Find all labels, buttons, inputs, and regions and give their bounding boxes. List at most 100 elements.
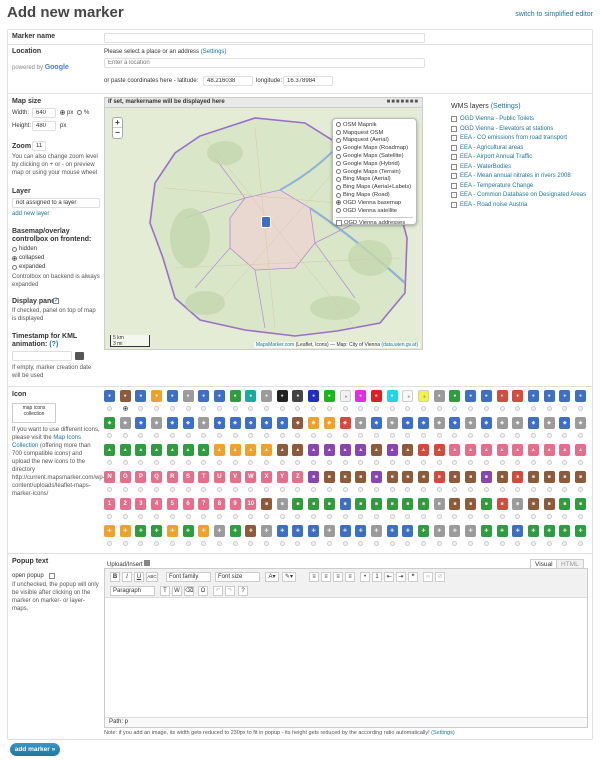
icon-select-radio[interactable] [499,487,505,492]
marker-icon-option[interactable]: 8 [213,498,225,510]
marker-icon-option[interactable]: ✚ [449,525,461,537]
icon-select-radio[interactable] [483,460,489,465]
icon-select-radio[interactable] [499,514,505,519]
layer-radio[interactable] [336,161,341,167]
icon-select-radio[interactable] [468,406,474,411]
marker-icon-option[interactable]: ■ [402,498,414,510]
icon-select-radio[interactable] [216,406,222,411]
marker-icon-option[interactable]: ▲ [559,444,571,456]
latitude-input[interactable] [203,76,253,86]
icon-select-radio[interactable] [279,433,285,438]
marker-icon-option[interactable]: ● [370,390,382,402]
icon-select-radio[interactable] [154,514,160,519]
icon-select-radio[interactable] [452,460,458,465]
blockquote-icon[interactable]: ❝ [408,572,418,582]
wms-layer-item[interactable]: OGD Vienna - Public Toilets [451,116,534,122]
marker-icon-option[interactable]: ▲ [575,444,586,456]
icon-select-radio[interactable] [436,514,442,519]
marker-icon-option[interactable]: ■ [559,498,571,510]
icon-select-radio[interactable] [264,433,269,438]
layer-radio[interactable] [336,122,341,128]
marker-icon-option[interactable]: ▲ [402,444,414,456]
marker-icon-option[interactable]: ✚ [339,525,351,537]
marker-icon-option[interactable]: ● [151,390,163,402]
marker-icon-option[interactable]: 5 [166,498,178,510]
paragraph-select[interactable]: Paragraph [110,586,155,596]
marker-icon-option[interactable]: ▲ [512,444,524,456]
unit-percent-radio[interactable] [77,110,82,115]
icon-select-radio[interactable] [122,514,128,519]
marker-icon-option[interactable]: ✚ [402,525,414,537]
icon-select-radio[interactable] [468,541,474,546]
width-input[interactable] [32,108,56,118]
marker-icon-option[interactable]: ✚ [496,525,508,537]
marker-icon-option[interactable]: ◆ [355,417,367,429]
marker-icon-option[interactable]: ■ [261,498,272,510]
icon-select-radio[interactable] [530,514,536,519]
marker-icon-option[interactable]: ■ [575,498,586,510]
icon-select-radio[interactable] [107,460,112,465]
marker-icon-option[interactable]: ◆ [245,417,257,429]
basemap-expanded-radio[interactable] [12,265,17,270]
icon-select-radio[interactable] [311,460,317,465]
marker-icon-option[interactable]: ▲ [543,444,555,456]
marker-icon-option[interactable]: ◆ [512,417,524,429]
marker-icon-option[interactable]: ◆ [151,417,163,429]
marker-icon-option[interactable]: ■ [465,471,477,483]
paste-text-icon[interactable]: T [160,586,170,596]
icon-select-radio[interactable] [295,487,301,492]
marker-icon-option[interactable]: ■ [433,498,445,510]
icon-select-radio[interactable] [216,433,222,438]
icon-select-radio[interactable] [468,487,474,492]
icon-select-radio[interactable] [578,514,583,519]
marker-icon-option[interactable]: ▲ [496,444,508,456]
marker-icon-option[interactable]: ■ [575,471,586,483]
icon-select-radio[interactable] [154,487,160,492]
marker-icon-option[interactable]: ■ [512,471,524,483]
marker-icon-option[interactable]: ◆ [198,417,210,429]
marker-icon-option[interactable]: ◆ [496,417,508,429]
marker-icon-option[interactable]: ✚ [355,525,367,537]
marker-icon-option[interactable]: ● [276,390,288,402]
icon-select-radio[interactable] [483,487,489,492]
icon-select-radio[interactable] [389,487,395,492]
layer-option[interactable]: Mapquest (Aerial) [336,137,413,145]
icon-select-radio[interactable] [232,460,238,465]
marker-icon-option[interactable]: ✚ [386,525,398,537]
icon-select-radio[interactable] [248,514,254,519]
icon-select-radio[interactable] [107,541,112,546]
marker-icon-option[interactable]: ◆ [229,417,241,429]
icon-select-radio[interactable] [122,406,128,411]
marker-icon-option[interactable]: ● [496,390,508,402]
marker-icon-option[interactable]: ■ [308,471,320,483]
marker-icon-option[interactable]: ▲ [527,444,539,456]
icon-select-radio[interactable] [405,514,411,519]
marker-icon-option[interactable]: ■ [323,498,335,510]
marker-icon-option[interactable]: ✚ [465,525,477,537]
icon-select-radio[interactable] [201,406,207,411]
marker-icon-option[interactable]: ▲ [355,444,367,456]
marker-icon-option[interactable]: ● [104,390,115,402]
icon-select-radio[interactable] [389,541,395,546]
icon-select-radio[interactable] [358,433,364,438]
height-input[interactable] [32,121,56,131]
wms-layer-checkbox[interactable] [451,201,457,208]
icon-select-radio[interactable] [232,514,238,519]
icon-select-radio[interactable] [452,406,458,411]
icon-select-radio[interactable] [358,460,364,465]
popup-note-settings-link[interactable]: (Settings) [431,730,455,736]
marker-icon-option[interactable]: 6 [182,498,194,510]
icon-select-radio[interactable] [530,406,536,411]
icon-select-radio[interactable] [421,406,426,411]
unit-px-radio[interactable] [60,110,65,115]
wms-layer-item[interactable]: EEA - Mean annual nitrates in rivers 200… [451,173,571,179]
icon-select-radio[interactable] [421,460,426,465]
icon-select-radio[interactable] [515,514,521,519]
wms-layer-checkbox[interactable] [451,173,457,179]
icon-select-radio[interactable] [185,460,191,465]
marker-icon-option[interactable]: ▲ [339,444,351,456]
icon-select-radio[interactable] [122,541,128,546]
align-center-icon[interactable]: ≡ [321,572,331,582]
icon-select-radio[interactable] [185,406,191,411]
icon-select-radio[interactable] [358,514,364,519]
